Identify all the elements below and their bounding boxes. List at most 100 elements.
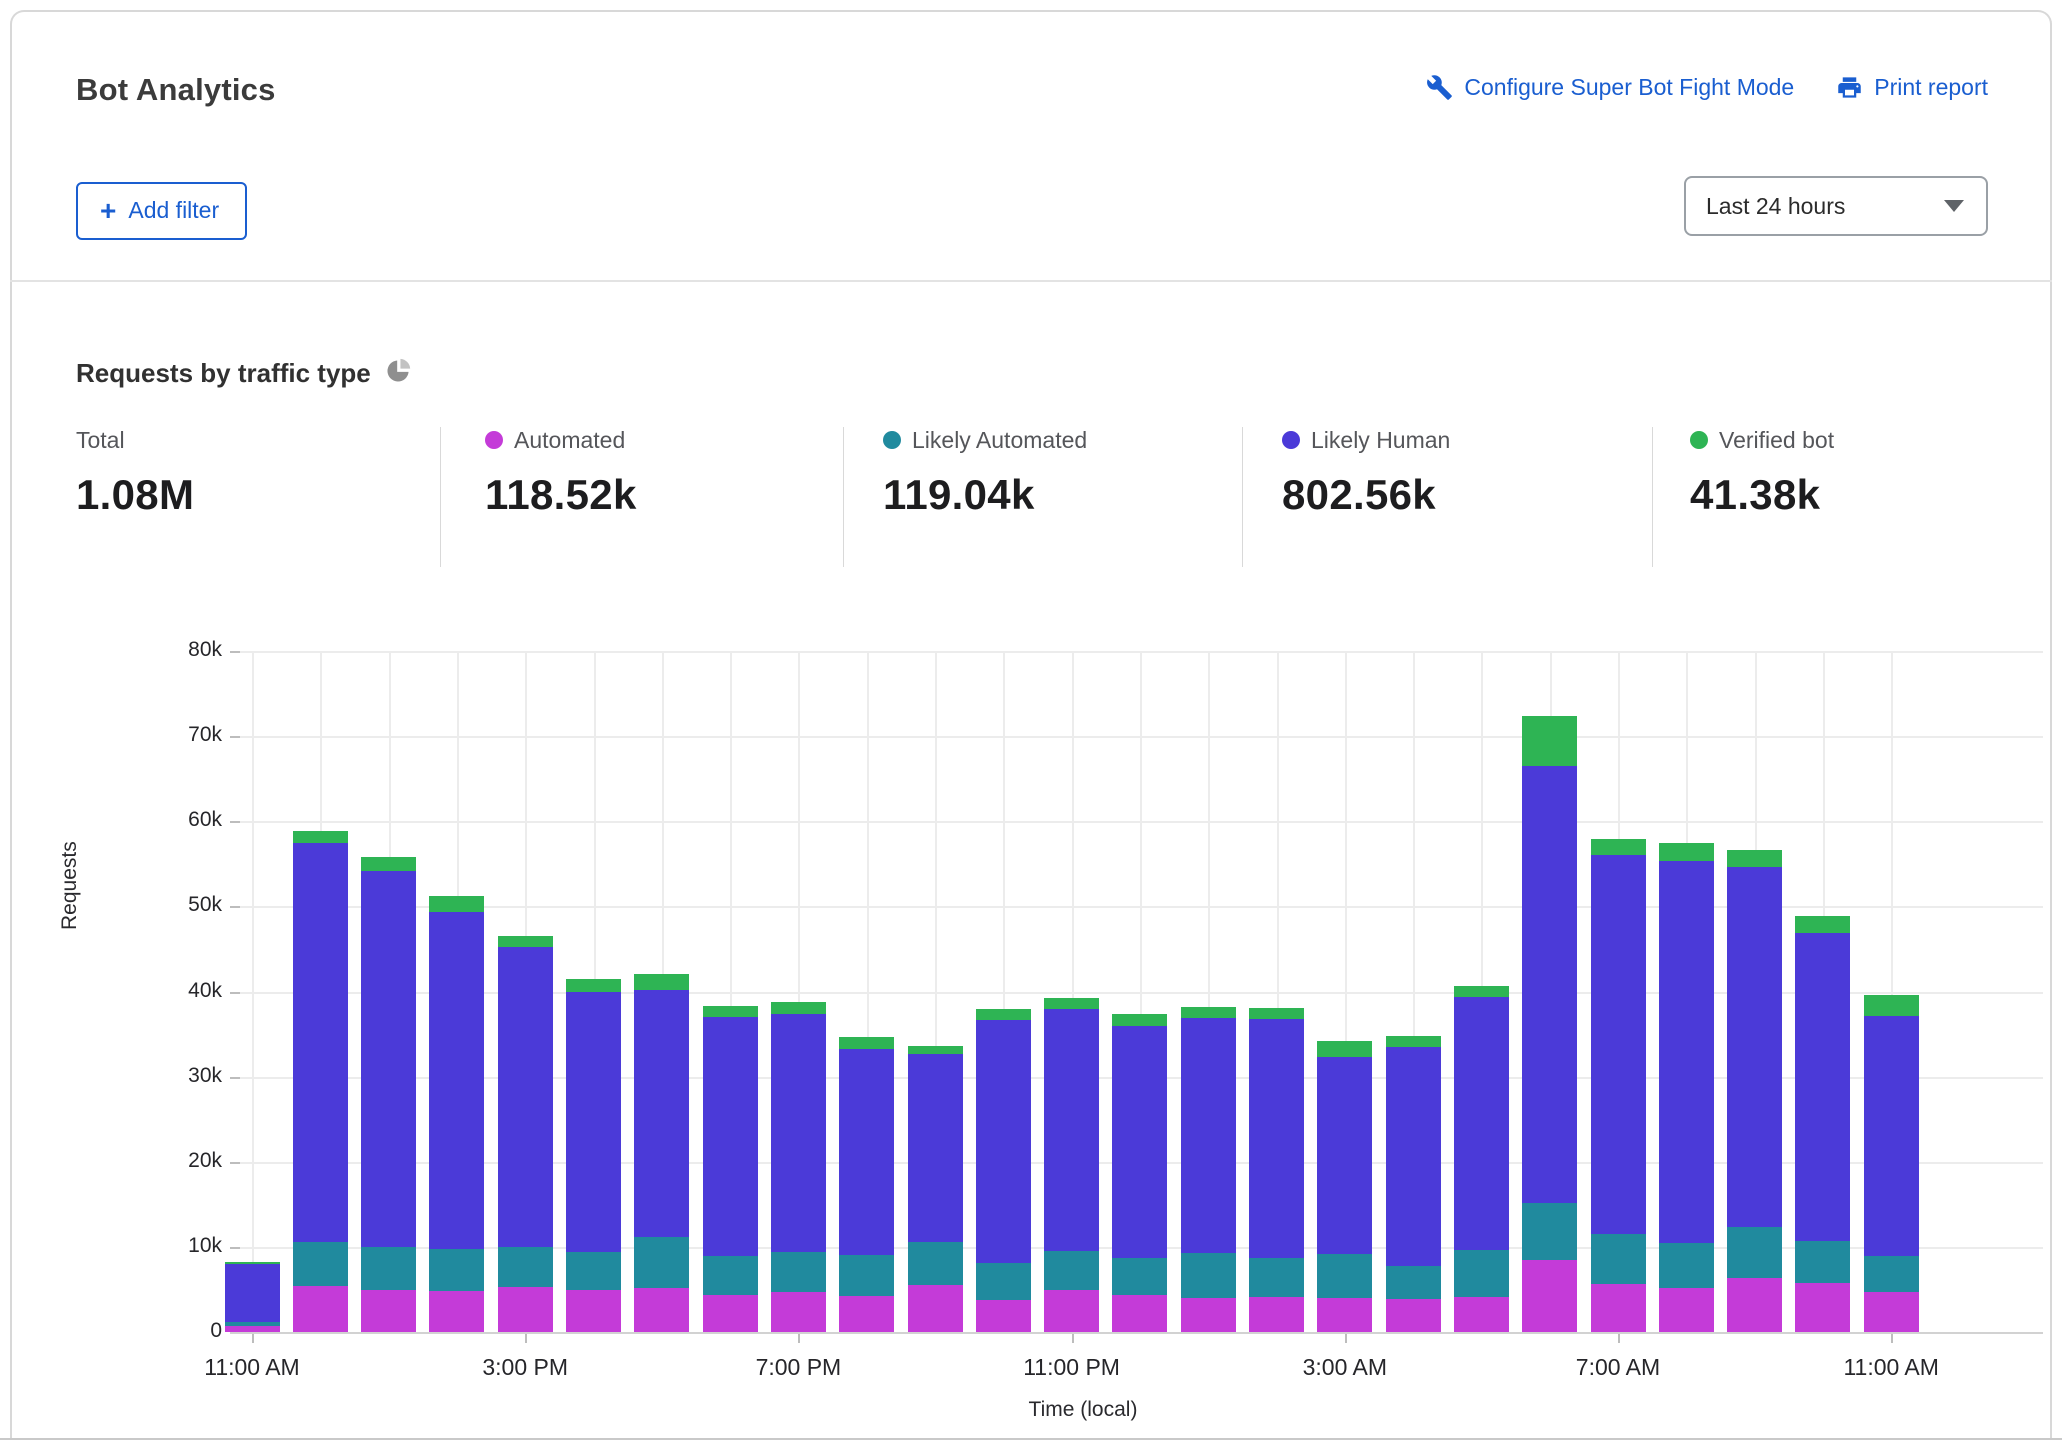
bar-segment[interactable]	[1795, 933, 1850, 1241]
bar-segment[interactable]	[976, 1263, 1031, 1300]
bar-segment[interactable]	[429, 1249, 484, 1292]
bar-segment[interactable]	[293, 843, 348, 1241]
bar-segment[interactable]	[1522, 716, 1577, 766]
bar-segment[interactable]	[1659, 1243, 1714, 1288]
configure-super-bot-fight-mode-link[interactable]: Configure Super Bot Fight Mode	[1426, 74, 1794, 101]
bar-segment[interactable]	[1317, 1298, 1372, 1332]
bar-segment[interactable]	[566, 979, 621, 993]
bar-segment[interactable]	[1454, 1297, 1509, 1332]
bar-segment[interactable]	[498, 947, 553, 1247]
bar-segment[interactable]	[703, 1017, 758, 1256]
bar-segment[interactable]	[566, 992, 621, 1252]
bar-segment[interactable]	[839, 1037, 894, 1048]
bar-segment[interactable]	[1317, 1041, 1372, 1057]
bar-segment[interactable]	[361, 1290, 416, 1332]
bar-segment[interactable]	[1795, 1241, 1850, 1283]
bar-segment[interactable]	[1591, 1234, 1646, 1284]
bar-segment[interactable]	[1659, 1288, 1714, 1332]
bar-segment[interactable]	[1522, 1260, 1577, 1332]
bar-segment[interactable]	[1454, 1250, 1509, 1297]
bar-segment[interactable]	[361, 857, 416, 871]
bar-segment[interactable]	[1795, 1283, 1850, 1332]
bar-segment[interactable]	[1249, 1019, 1304, 1258]
bar-segment[interactable]	[361, 1247, 416, 1290]
bar-segment[interactable]	[1727, 867, 1782, 1227]
bar-segment[interactable]	[771, 1292, 826, 1332]
bar-segment[interactable]	[429, 912, 484, 1248]
bar-segment[interactable]	[908, 1046, 963, 1055]
bar-segment[interactable]	[1522, 766, 1577, 1203]
bar-segment[interactable]	[908, 1242, 963, 1285]
bar-segment[interactable]	[771, 1252, 826, 1292]
bar-segment[interactable]	[1044, 1290, 1099, 1332]
bar-segment[interactable]	[429, 1291, 484, 1332]
bar-segment[interactable]	[1044, 1251, 1099, 1290]
bar-segment[interactable]	[839, 1049, 894, 1255]
bar-segment[interactable]	[1112, 1026, 1167, 1258]
bar-segment[interactable]	[839, 1296, 894, 1332]
bar-segment[interactable]	[1044, 998, 1099, 1008]
bar-segment[interactable]	[1317, 1057, 1372, 1254]
bar-segment[interactable]	[908, 1285, 963, 1332]
time-range-select[interactable]: Last 24 hours	[1684, 176, 1988, 236]
bar-segment[interactable]	[976, 1300, 1031, 1332]
bar-segment[interactable]	[1454, 997, 1509, 1250]
bar-segment[interactable]	[1386, 1299, 1441, 1332]
bar-segment[interactable]	[1112, 1295, 1167, 1332]
bar-segment[interactable]	[498, 1247, 553, 1287]
bar-segment[interactable]	[1591, 855, 1646, 1234]
bar-segment[interactable]	[1112, 1258, 1167, 1295]
bar-segment[interactable]	[1727, 850, 1782, 867]
bar-segment[interactable]	[1522, 1203, 1577, 1261]
bar-segment[interactable]	[1659, 843, 1714, 862]
bar-segment[interactable]	[771, 1014, 826, 1251]
bar-segment[interactable]	[566, 1290, 621, 1332]
bar-segment[interactable]	[1386, 1266, 1441, 1299]
bar-segment[interactable]	[634, 1237, 689, 1288]
print-report-link[interactable]: Print report	[1836, 74, 1988, 101]
bar-segment[interactable]	[634, 990, 689, 1237]
stat-likely-human[interactable]: Likely Human 802.56k	[1282, 425, 1450, 519]
add-filter-button[interactable]: + Add filter	[76, 182, 247, 240]
bar-segment[interactable]	[703, 1295, 758, 1332]
bar-segment[interactable]	[1591, 839, 1646, 855]
bar-segment[interactable]	[771, 1002, 826, 1015]
stat-verified-bot[interactable]: Verified bot 41.38k	[1690, 425, 1834, 519]
bar-segment[interactable]	[225, 1262, 280, 1264]
bar-segment[interactable]	[293, 1286, 348, 1332]
bar-segment[interactable]	[1386, 1036, 1441, 1047]
bar-segment[interactable]	[1386, 1047, 1441, 1266]
bar-segment[interactable]	[1659, 861, 1714, 1242]
bar-segment[interactable]	[498, 936, 553, 947]
bar-segment[interactable]	[908, 1054, 963, 1241]
bar-segment[interactable]	[225, 1322, 280, 1326]
bar-segment[interactable]	[1454, 986, 1509, 998]
bar-segment[interactable]	[293, 1242, 348, 1286]
bar-segment[interactable]	[1249, 1258, 1304, 1297]
bar-segment[interactable]	[225, 1264, 280, 1322]
bar-segment[interactable]	[1249, 1297, 1304, 1332]
bar-segment[interactable]	[1591, 1284, 1646, 1332]
bar-segment[interactable]	[703, 1256, 758, 1294]
bar-segment[interactable]	[1795, 916, 1850, 933]
bar-segment[interactable]	[293, 831, 348, 843]
bar-segment[interactable]	[976, 1020, 1031, 1263]
bar-segment[interactable]	[361, 871, 416, 1246]
bar-segment[interactable]	[1727, 1227, 1782, 1278]
bar-segment[interactable]	[1864, 1016, 1919, 1256]
bar-segment[interactable]	[634, 974, 689, 989]
bar-segment[interactable]	[1317, 1254, 1372, 1298]
bar-segment[interactable]	[1181, 1018, 1236, 1253]
bar-segment[interactable]	[1864, 1292, 1919, 1332]
bar-segment[interactable]	[703, 1006, 758, 1017]
bar-segment[interactable]	[498, 1287, 553, 1332]
stat-automated[interactable]: Automated 118.52k	[485, 425, 637, 519]
bar-segment[interactable]	[225, 1326, 280, 1332]
bar-segment[interactable]	[566, 1252, 621, 1290]
bar-segment[interactable]	[1249, 1008, 1304, 1019]
bar-segment[interactable]	[839, 1255, 894, 1297]
bar-segment[interactable]	[1181, 1298, 1236, 1332]
bar-segment[interactable]	[1181, 1253, 1236, 1298]
bar-segment[interactable]	[1864, 995, 1919, 1016]
bar-segment[interactable]	[976, 1009, 1031, 1020]
